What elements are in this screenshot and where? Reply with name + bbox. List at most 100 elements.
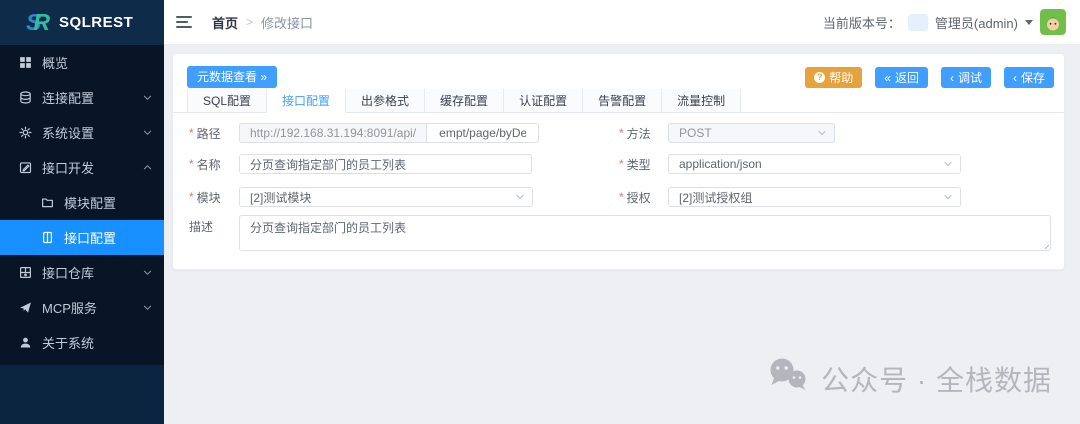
folder-icon xyxy=(40,196,54,210)
chevron-up-icon xyxy=(143,163,152,172)
method-select[interactable]: POST xyxy=(668,123,835,143)
version-label: 当前版本号： xyxy=(823,13,901,32)
type-value: application/json xyxy=(679,157,762,171)
name-label: *名称 xyxy=(189,154,221,174)
path-input-group: http://192.168.31.194:8091/api/ xyxy=(239,123,539,143)
path-label: *路径 xyxy=(189,123,221,143)
caret-down-icon xyxy=(1025,20,1033,25)
app-logo: SR SQLREST xyxy=(0,0,164,45)
back-button[interactable]: « 返回 xyxy=(875,67,928,88)
tab-sql-config[interactable]: SQL配置 xyxy=(187,89,267,112)
auth-value: [2]测试授权组 xyxy=(679,189,752,206)
file-icon xyxy=(40,231,54,245)
menu-toggle-icon[interactable] xyxy=(176,16,192,28)
chevron-down-icon xyxy=(143,93,152,102)
user-menu[interactable]: 管理员(admin) xyxy=(935,13,1018,32)
module-value: [2]测试模块 xyxy=(250,189,311,206)
database-icon xyxy=(18,91,32,105)
sidebar-item-label: 系统设置 xyxy=(42,123,94,142)
save-button[interactable]: ‹ 保存 xyxy=(1004,67,1054,88)
auth-label: *授权 xyxy=(619,187,651,207)
required-mark: * xyxy=(619,126,624,140)
tab-cache-config[interactable]: 缓存配置 xyxy=(425,89,504,112)
sidebar-item-label: 接口配置 xyxy=(64,228,116,247)
tab-flow-control[interactable]: 流量控制 xyxy=(662,89,741,112)
tab-api-config[interactable]: 接口配置 xyxy=(267,89,346,113)
path-prefix: http://192.168.31.194:8091/api/ xyxy=(240,124,427,142)
double-arrow-left-icon: « xyxy=(884,72,891,84)
gear-icon xyxy=(18,126,32,140)
help-label: 帮助 xyxy=(829,72,853,84)
logo-mark-icon: SR xyxy=(26,11,50,34)
user-icon xyxy=(18,336,32,350)
question-circle-icon: ? xyxy=(814,72,825,83)
name-input[interactable] xyxy=(239,154,532,174)
send-icon xyxy=(18,301,32,315)
breadcrumb: 首页 > 修改接口 xyxy=(212,13,313,32)
required-mark: * xyxy=(189,190,194,204)
metadata-view-label: 元数据查看 » xyxy=(197,71,267,83)
chevron-down-icon xyxy=(943,159,953,169)
module-select[interactable]: [2]测试模块 xyxy=(239,187,533,207)
api-config-card: 元数据查看 » ? 帮助 « 返回 ‹ 调试 ‹ 保存 SQL配置 接口配置 出 xyxy=(172,53,1065,270)
sidebar-item-label: 模块配置 xyxy=(64,193,116,212)
chevron-down-icon xyxy=(143,268,152,277)
sidebar-item-overview[interactable]: 概览 xyxy=(0,45,164,80)
archive-icon xyxy=(18,266,32,280)
sidebar-item-label: 接口仓库 xyxy=(42,263,94,282)
breadcrumb-home[interactable]: 首页 xyxy=(212,13,238,32)
chevron-down-icon xyxy=(943,192,953,202)
sidebar-item-label: 概览 xyxy=(42,53,68,72)
sidebar-item-connection-config[interactable]: 连接配置 xyxy=(0,80,164,115)
card-actions: ? 帮助 « 返回 ‹ 调试 ‹ 保存 xyxy=(805,67,1054,88)
method-value: POST xyxy=(679,126,712,140)
sidebar-item-api-repository[interactable]: 接口仓库 xyxy=(0,255,164,290)
sidebar-item-label: 接口开发 xyxy=(42,158,94,177)
required-mark: * xyxy=(189,126,194,140)
sidebar-item-api-development[interactable]: 接口开发 xyxy=(0,150,164,185)
edit-icon xyxy=(18,161,32,175)
debug-button[interactable]: ‹ 调试 xyxy=(941,67,991,88)
tab-alert-config[interactable]: 告警配置 xyxy=(583,89,662,112)
chevron-down-icon xyxy=(817,128,827,138)
sidebar-item-about-system[interactable]: 关于系统 xyxy=(0,325,164,360)
required-mark: * xyxy=(189,157,194,171)
path-input[interactable] xyxy=(427,124,538,142)
help-button[interactable]: ? 帮助 xyxy=(805,67,862,88)
required-mark: * xyxy=(619,190,624,204)
chevron-down-icon xyxy=(515,192,525,202)
tab-output-format[interactable]: 出参格式 xyxy=(346,89,425,112)
sidebar-menu: 概览 连接配置 系统设置 接口开发 xyxy=(0,45,164,365)
sidebar-item-label: MCP服务 xyxy=(42,298,97,317)
grid-icon xyxy=(18,56,32,70)
debug-label: 调试 xyxy=(958,72,982,84)
breadcrumb-current: 修改接口 xyxy=(261,13,313,32)
metadata-view-button[interactable]: 元数据查看 » xyxy=(187,66,277,88)
auth-select[interactable]: [2]测试授权组 xyxy=(668,187,961,207)
chevron-down-icon xyxy=(143,128,152,137)
app-title: SQLREST xyxy=(59,14,133,31)
method-label: *方法 xyxy=(619,123,651,143)
description-textarea[interactable]: 分页查询指定部门的员工列表 xyxy=(239,215,1051,251)
topbar: 首页 > 修改接口 当前版本号： 管理员(admin) xyxy=(164,0,1080,45)
chevron-left-icon: ‹ xyxy=(950,72,954,84)
breadcrumb-separator: > xyxy=(246,15,253,29)
tab-auth-config[interactable]: 认证配置 xyxy=(504,89,583,112)
type-select[interactable]: application/json xyxy=(668,154,961,174)
avatar[interactable] xyxy=(1040,9,1066,35)
watermark: 公众号 · 全栈数据 xyxy=(767,357,1052,400)
chevron-left-icon: ‹ xyxy=(1013,72,1017,84)
watermark-text: 公众号 · 全栈数据 xyxy=(821,359,1052,399)
module-label: *模块 xyxy=(189,187,221,207)
tab-bar: SQL配置 接口配置 出参格式 缓存配置 认证配置 告警配置 流量控制 xyxy=(173,89,1064,113)
required-mark: * xyxy=(619,157,624,171)
sidebar-item-mcp-service[interactable]: MCP服务 xyxy=(0,290,164,325)
sidebar-item-system-settings[interactable]: 系统设置 xyxy=(0,115,164,150)
type-label: *类型 xyxy=(619,154,651,174)
chevron-down-icon xyxy=(143,303,152,312)
description-label: 描述 xyxy=(189,216,213,236)
sidebar-item-module-config[interactable]: 模块配置 xyxy=(0,185,164,220)
main-content: 元数据查看 » ? 帮助 « 返回 ‹ 调试 ‹ 保存 SQL配置 接口配置 出 xyxy=(164,45,1080,424)
version-badge xyxy=(908,14,928,31)
sidebar-item-api-config[interactable]: 接口配置 xyxy=(0,220,164,255)
